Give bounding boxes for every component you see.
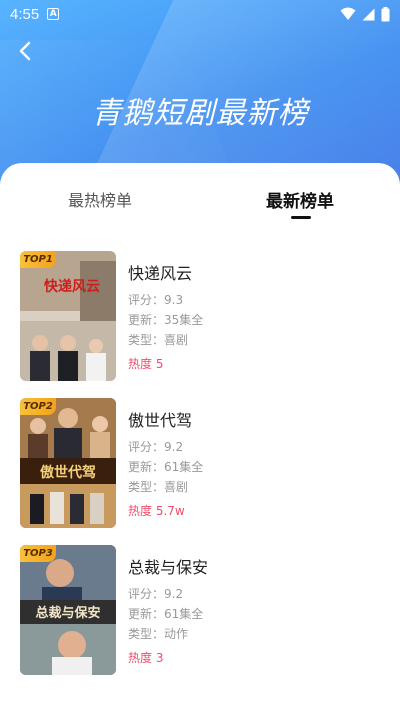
- poster-title: 快递风云: [44, 278, 100, 295]
- drama-meta: 评分：9.2 更新：61集全 类型：喜剧: [128, 437, 203, 497]
- page-title: 青鹅短剧最新榜: [91, 96, 309, 131]
- active-tab-indicator: [291, 216, 311, 219]
- poster-image: 傲世代驾: [20, 398, 116, 528]
- drama-name[interactable]: 傲世代驾: [128, 407, 203, 431]
- wifi-icon: [340, 7, 356, 20]
- tab-hottest[interactable]: 最热榜单: [40, 187, 160, 211]
- drama-heat: 热度 3: [128, 651, 164, 665]
- tab-bar: 最热榜单 最新榜单: [0, 163, 400, 223]
- poster-title: 总裁与保安: [35, 605, 100, 621]
- drama-heat: 热度 5.7w: [128, 504, 185, 518]
- status-time: 4:55: [10, 5, 40, 23]
- list-item[interactable]: 总裁与保安 TOP3 总裁与保安 评分：9.2 更新：61集全 类型：动作 热度…: [0, 545, 400, 692]
- list-item[interactable]: 快递风云 TOP1 快递风云 评分：9.3 更新：35集全 类型：喜剧 热度 5: [0, 251, 400, 398]
- poster-title: 傲世代驾: [40, 464, 96, 481]
- notification-a-icon: A: [47, 8, 60, 20]
- signal-icon: [362, 8, 375, 20]
- battery-icon: [381, 6, 390, 21]
- drama-score: 评分：9.3: [128, 293, 184, 307]
- drama-poster[interactable]: 总裁与保安 TOP3: [20, 545, 116, 675]
- poster-image: 总裁与保安: [20, 545, 116, 675]
- drama-meta: 评分：9.3 更新：35集全 类型：喜剧: [128, 290, 203, 350]
- drama-info: 快递风云 评分：9.3 更新：35集全 类型：喜剧 热度 5: [128, 251, 203, 372]
- ranking-panel: 最热榜单 最新榜单 快递风云 TOP1 快递风云 评分：9.3 更新：35集全 …: [0, 163, 400, 711]
- drama-name[interactable]: 总裁与保安: [128, 554, 208, 578]
- drama-info: 总裁与保安 评分：9.2 更新：61集全 类型：动作 热度 3: [128, 545, 208, 666]
- chevron-left-icon: [19, 41, 31, 61]
- drama-info: 傲世代驾 评分：9.2 更新：61集全 类型：喜剧 热度 5.7w: [128, 398, 203, 519]
- drama-name[interactable]: 快递风云: [128, 260, 203, 284]
- drama-heat: 热度 5: [128, 357, 164, 371]
- status-icons: [340, 6, 390, 22]
- rank-badge: TOP2: [20, 398, 56, 415]
- drama-update: 更新：35集全: [128, 313, 204, 327]
- drama-meta: 评分：9.2 更新：61集全 类型：动作: [128, 584, 208, 644]
- rank-badge: TOP3: [20, 545, 56, 562]
- drama-list: 快递风云 TOP1 快递风云 评分：9.3 更新：35集全 类型：喜剧 热度 5: [0, 251, 400, 692]
- tab-newest[interactable]: 最新榜单: [240, 187, 360, 212]
- poster-image: 快递风云: [20, 251, 116, 381]
- drama-update: 更新：61集全: [128, 460, 204, 474]
- drama-poster[interactable]: 快递风云 TOP1: [20, 251, 116, 381]
- drama-update: 更新：61集全: [128, 607, 204, 621]
- drama-poster[interactable]: 傲世代驾 TOP2: [20, 398, 116, 528]
- status-bar: 4:55 A: [0, 0, 400, 28]
- drama-genre: 类型：喜剧: [128, 480, 189, 494]
- drama-genre: 类型：喜剧: [128, 333, 189, 347]
- back-button[interactable]: [12, 38, 38, 64]
- rank-badge: TOP1: [20, 251, 56, 268]
- drama-genre: 类型：动作: [128, 627, 189, 641]
- list-item[interactable]: 傲世代驾 TOP2 傲世代驾 评分：9.2 更新：61集全 类型：喜剧 热度 5…: [0, 398, 400, 545]
- drama-score: 评分：9.2: [128, 440, 184, 454]
- drama-score: 评分：9.2: [128, 587, 184, 601]
